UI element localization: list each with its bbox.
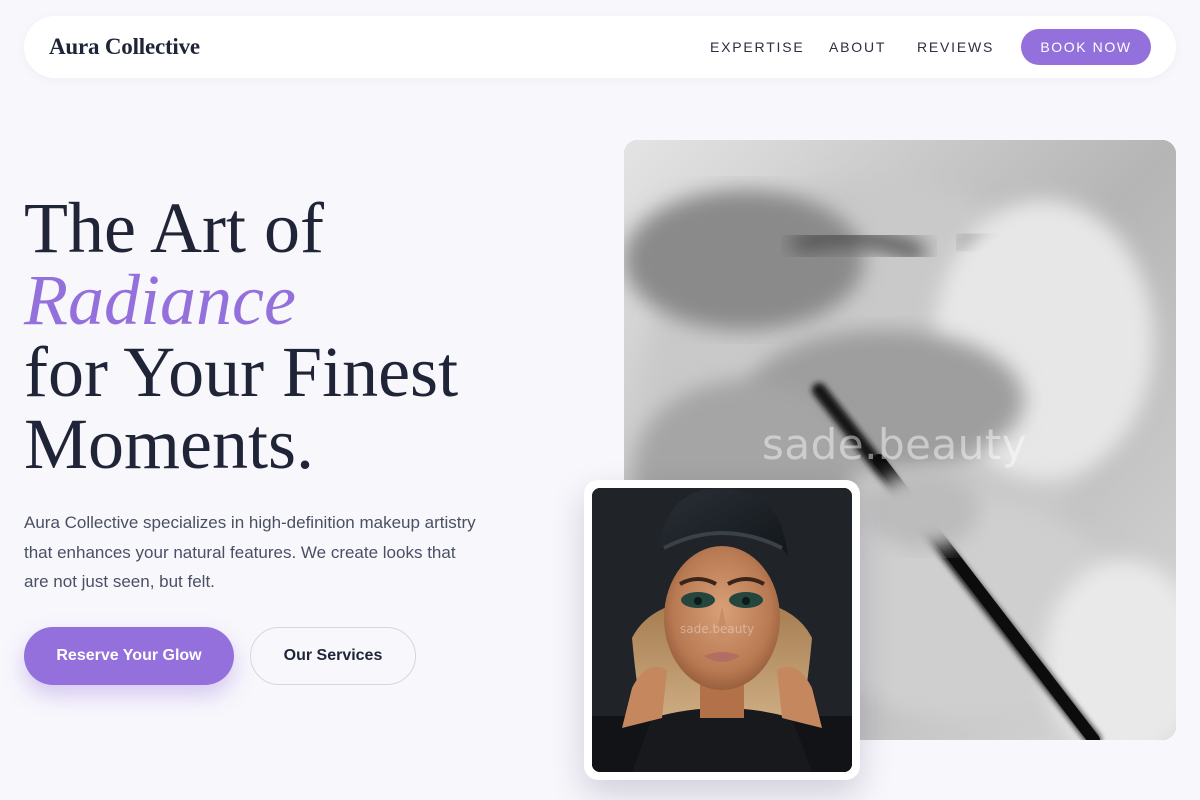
book-now-button[interactable]: BOOK NOW [1021,29,1151,65]
headline-accent-word: Radiance [24,260,296,340]
headline-line-1: The Art of [24,188,324,268]
headline-line-4: Moments. [24,404,315,484]
top-navigation: Aura Collective EXPERTISE ABOUT REVIEWS … [24,16,1176,78]
hero-description: Aura Collective specializes in high-defi… [24,513,476,591]
portrait-card: sade.beauty [584,480,860,780]
portrait-watermark: sade.beauty [680,622,755,636]
our-services-button[interactable]: Our Services [250,627,416,685]
reserve-glow-button[interactable]: Reserve Your Glow [24,627,234,685]
nav-link-expertise[interactable]: EXPERTISE [710,39,805,55]
headline-line-3: for Your Finest [24,332,459,412]
brand-logo[interactable]: Aura Collective [49,34,200,60]
hero-headline: The Art of Radiance for Your Finest Mome… [24,192,564,480]
model-portrait-photo: sade.beauty [592,488,852,772]
nav-link-about[interactable]: ABOUT [829,39,886,55]
nav-link-reviews[interactable]: REVIEWS [917,39,994,55]
photo-watermark: sade.beauty [762,420,1028,469]
